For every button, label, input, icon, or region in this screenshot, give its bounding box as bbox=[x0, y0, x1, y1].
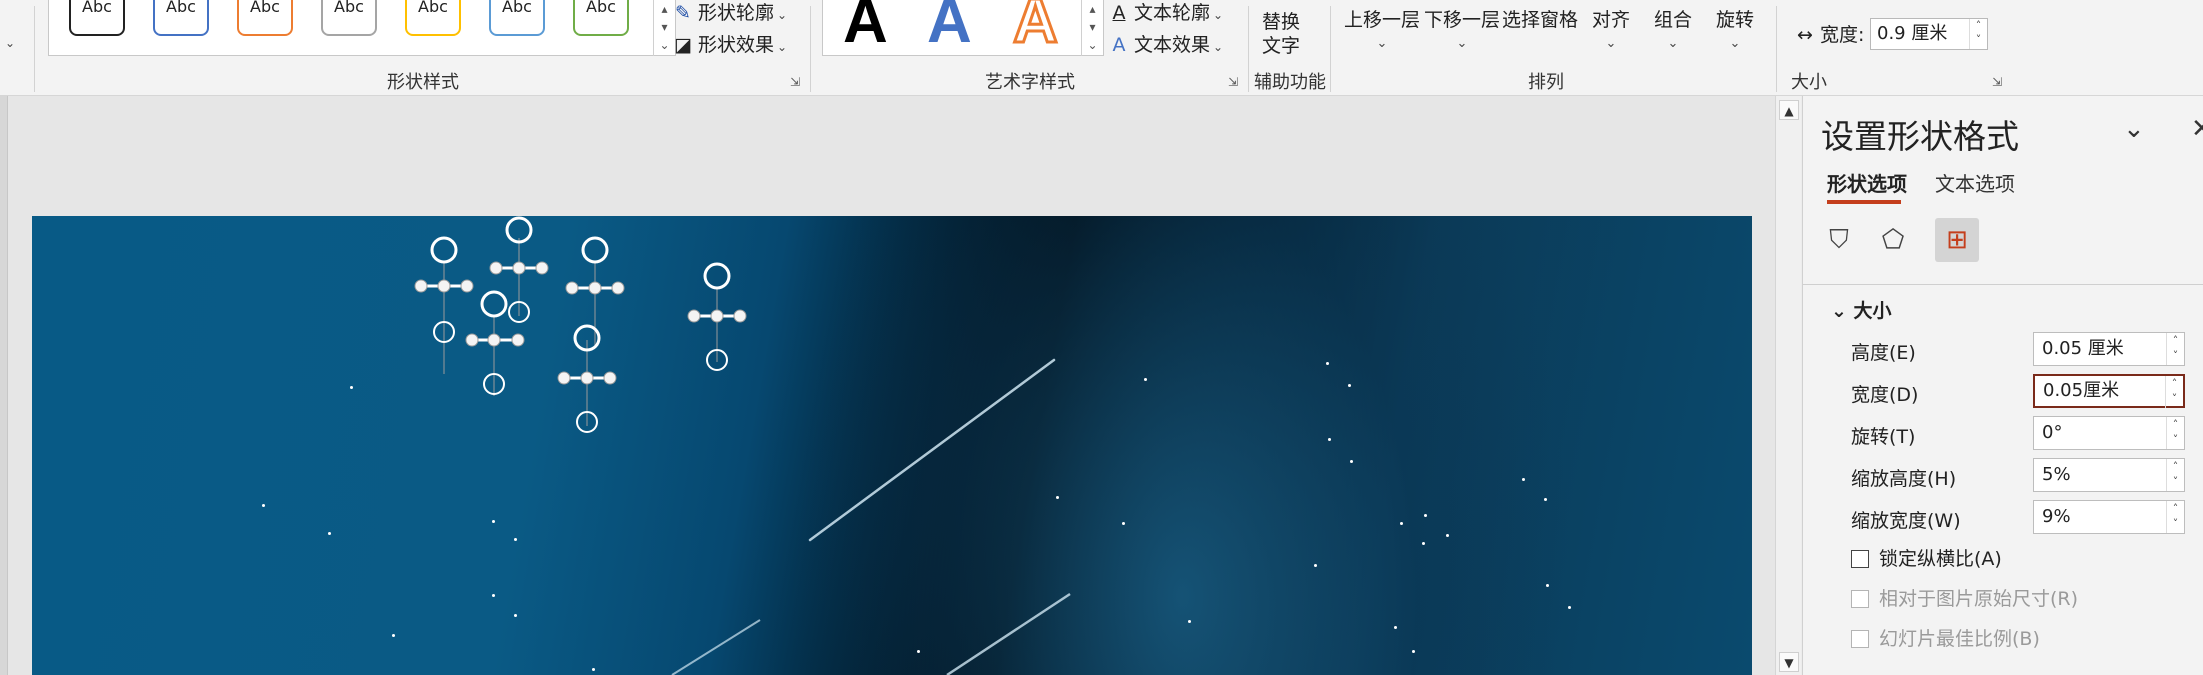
gallery-scroll[interactable]: ▴ ▾ ⌄ bbox=[1081, 0, 1103, 56]
scale-height-label: 缩放高度(H) bbox=[1851, 468, 1957, 490]
section-size-header[interactable]: ⌄ 大小 bbox=[1831, 296, 1892, 323]
fill-line-icon[interactable]: ⛉ bbox=[1817, 218, 1861, 262]
shape-styles-group: Abc Abc Abc Abc Abc Abc Abc ▴ ▾ ⌄ ✎ 形状轮廓 ⌄ ◪… bbox=[36, 0, 810, 96]
scroll-up-icon[interactable]: ▲ bbox=[1779, 100, 1799, 120]
wordart-gallery[interactable]: A A A ▴ ▾ ⌄ bbox=[822, 0, 1104, 58]
text-effects-icon: A bbox=[1112, 34, 1126, 56]
pen-icon: ✎ bbox=[675, 2, 691, 24]
wordart-style[interactable]: A bbox=[1012, 0, 1060, 58]
meteor-streak bbox=[671, 619, 761, 675]
divider bbox=[1803, 284, 2203, 285]
height-input[interactable]: 0.05 厘米 ˄ ˅ bbox=[2033, 332, 2185, 366]
spin-buttons[interactable]: ˄ ˅ bbox=[2165, 376, 2183, 408]
slide-canvas[interactable] bbox=[32, 216, 1752, 675]
scale-height-input[interactable]: 5% ˄ ˅ bbox=[2033, 458, 2185, 492]
group-separator bbox=[1330, 6, 1331, 92]
meteor-streak bbox=[946, 592, 1071, 675]
group-button[interactable]: 组合 ⌄ bbox=[1654, 8, 1692, 56]
collapse-chevron-icon: ⌄ bbox=[1831, 300, 1854, 322]
meteor-streak bbox=[808, 358, 1056, 542]
wordart-style[interactable]: A bbox=[927, 0, 972, 57]
alt-text-label: 替换 bbox=[1262, 11, 1301, 33]
pane-options-chevron-icon[interactable]: ⌄ bbox=[2123, 114, 2145, 144]
format-shape-pane: 设置形状格式 ⌄ ✕ 形状选项 文本选项 ⛉ ⬠ ⊞ ⌄ 大小 高度(E) 0.… bbox=[1802, 96, 2203, 675]
pane-title: 设置形状格式 bbox=[1821, 117, 2019, 156]
group-label: 艺术字样式 bbox=[985, 72, 1075, 93]
align-button[interactable]: 对齐 ⌄ bbox=[1592, 8, 1630, 56]
group-separator bbox=[810, 6, 811, 92]
dialog-launcher-icon[interactable]: ⇲ bbox=[1228, 76, 1242, 90]
spin-buttons[interactable]: ˄ ˅ bbox=[2166, 417, 2184, 449]
rotate-button[interactable]: 旋转 ⌄ bbox=[1716, 8, 1754, 56]
thumbnail-strip-edge bbox=[0, 96, 8, 675]
slide-edit-area[interactable] bbox=[0, 96, 1778, 675]
group-separator bbox=[34, 6, 35, 92]
dialog-launcher-icon[interactable]: ⇲ bbox=[1992, 76, 2006, 90]
shape-effects-button[interactable]: ◪ 形状效果 ⌄ bbox=[672, 30, 787, 57]
text-effects-button[interactable]: A 文本效果 ⌄ bbox=[1108, 30, 1224, 57]
selection-pane-button[interactable]: 选择窗格 bbox=[1502, 8, 1578, 32]
accessibility-group: 替换 文字 辅助功能 bbox=[1250, 0, 1330, 96]
text-outline-button[interactable]: A 文本轮廓 ⌄ bbox=[1108, 0, 1224, 25]
shape-style-swatch[interactable]: Abc bbox=[321, 0, 377, 36]
shape-style-swatch[interactable]: Abc bbox=[237, 0, 293, 36]
send-backward-button[interactable]: 下移一层 ⌄ bbox=[1424, 8, 1500, 56]
scale-width-label: 缩放宽度(W) bbox=[1851, 510, 1961, 532]
text-outline-icon: A bbox=[1112, 2, 1126, 24]
width-input[interactable]: 0.05厘米 ˄ ˅ bbox=[2033, 374, 2185, 408]
shape-style-swatch[interactable]: Abc bbox=[153, 0, 209, 36]
shape-style-swatch[interactable]: Abc bbox=[573, 0, 629, 36]
rotation-input[interactable]: 0° ˄ ˅ bbox=[2033, 416, 2185, 450]
shape-style-swatch[interactable]: Abc bbox=[489, 0, 545, 36]
alt-text-button[interactable]: 替换 文字 bbox=[1262, 10, 1300, 58]
shape-outline-button[interactable]: ✎ 形状轮廓 ⌄ bbox=[672, 0, 787, 25]
size-properties-icon[interactable]: ⊞ bbox=[1935, 218, 1979, 262]
tab-text-options[interactable]: 文本选项 bbox=[1935, 168, 2015, 197]
width-label: 宽度(D) bbox=[1851, 384, 1919, 406]
spin-buttons[interactable]: ˄ ˅ bbox=[2166, 333, 2184, 365]
vertical-scrollbar[interactable]: ▲ ▼ bbox=[1775, 96, 1801, 675]
scroll-down-icon[interactable]: ▼ bbox=[1779, 652, 1799, 672]
group-label: 形状样式 bbox=[387, 72, 459, 93]
relative-original-size-checkbox: 相对于图片原始尺寸(R) bbox=[1851, 584, 2078, 611]
ribbon: ⌄ Abc Abc Abc Abc Abc Abc Abc ▴ ▾ ⌄ ✎ 形状轮廓 ⌄… bbox=[0, 0, 2203, 96]
ribbon-width-input[interactable]: 0.9 厘米 ˄ ˅ bbox=[1870, 18, 1988, 50]
width-label: ↔ 宽度: bbox=[1794, 20, 1864, 47]
best-scale-slideshow-checkbox: 幻灯片最佳比例(B) bbox=[1851, 624, 2040, 651]
wordart-style[interactable]: A bbox=[843, 0, 888, 57]
effects-pentagon-icon[interactable]: ⬠ bbox=[1871, 218, 1915, 262]
lock-aspect-checkbox[interactable]: 锁定纵横比(A) bbox=[1851, 544, 2002, 571]
effects-icon: ◪ bbox=[674, 34, 692, 56]
shape-style-swatch[interactable]: Abc bbox=[405, 0, 461, 36]
alt-text-label: 文字 bbox=[1262, 35, 1301, 57]
wordart-styles-group: A A A ▴ ▾ ⌄ A 文本轮廓 ⌄ A 文本效果 ⌄ 艺术字样式 ⇲ bbox=[812, 0, 1248, 96]
dialog-launcher-icon[interactable]: ⇲ bbox=[790, 76, 804, 90]
spin-buttons[interactable]: ˄ ˅ bbox=[1969, 19, 1987, 49]
shape-style-swatch[interactable]: Abc bbox=[69, 0, 125, 36]
active-tab-indicator bbox=[1827, 200, 1901, 204]
scale-width-input[interactable]: 9% ˄ ˅ bbox=[2033, 500, 2185, 534]
group-separator bbox=[1248, 6, 1249, 92]
arrange-group: 上移一层 ⌄ 下移一层 ⌄ 选择窗格 对齐 ⌄ 组合 ⌄ 旋转 ⌄ 排列 bbox=[1332, 0, 1760, 96]
width-icon: ↔ bbox=[1797, 24, 1813, 46]
bring-forward-button[interactable]: 上移一层 ⌄ bbox=[1344, 8, 1420, 56]
size-group: ↔ 宽度: 0.9 厘米 ˄ ˅ 大小 ⇲ bbox=[1778, 0, 2002, 96]
height-label: 高度(E) bbox=[1851, 342, 1916, 364]
rotation-label: 旋转(T) bbox=[1851, 426, 1916, 448]
spin-buttons[interactable]: ˄ ˅ bbox=[2166, 459, 2184, 491]
group-label: 排列 bbox=[1528, 72, 1564, 93]
spin-buttons[interactable]: ˄ ˅ bbox=[2166, 501, 2184, 533]
shape-style-gallery[interactable]: Abc Abc Abc Abc Abc Abc Abc ▴ ▾ ⌄ bbox=[48, 0, 676, 56]
rotate-handle bbox=[430, 236, 458, 264]
gallery-more-icon[interactable]: ⌄ bbox=[2, 30, 15, 52]
slide-decoration bbox=[414, 216, 1071, 675]
close-icon[interactable]: ✕ bbox=[2191, 114, 2203, 144]
group-label: 辅助功能 bbox=[1254, 72, 1326, 93]
tab-shape-options[interactable]: 形状选项 bbox=[1827, 168, 1907, 197]
group-label: 大小 bbox=[1791, 72, 1827, 93]
